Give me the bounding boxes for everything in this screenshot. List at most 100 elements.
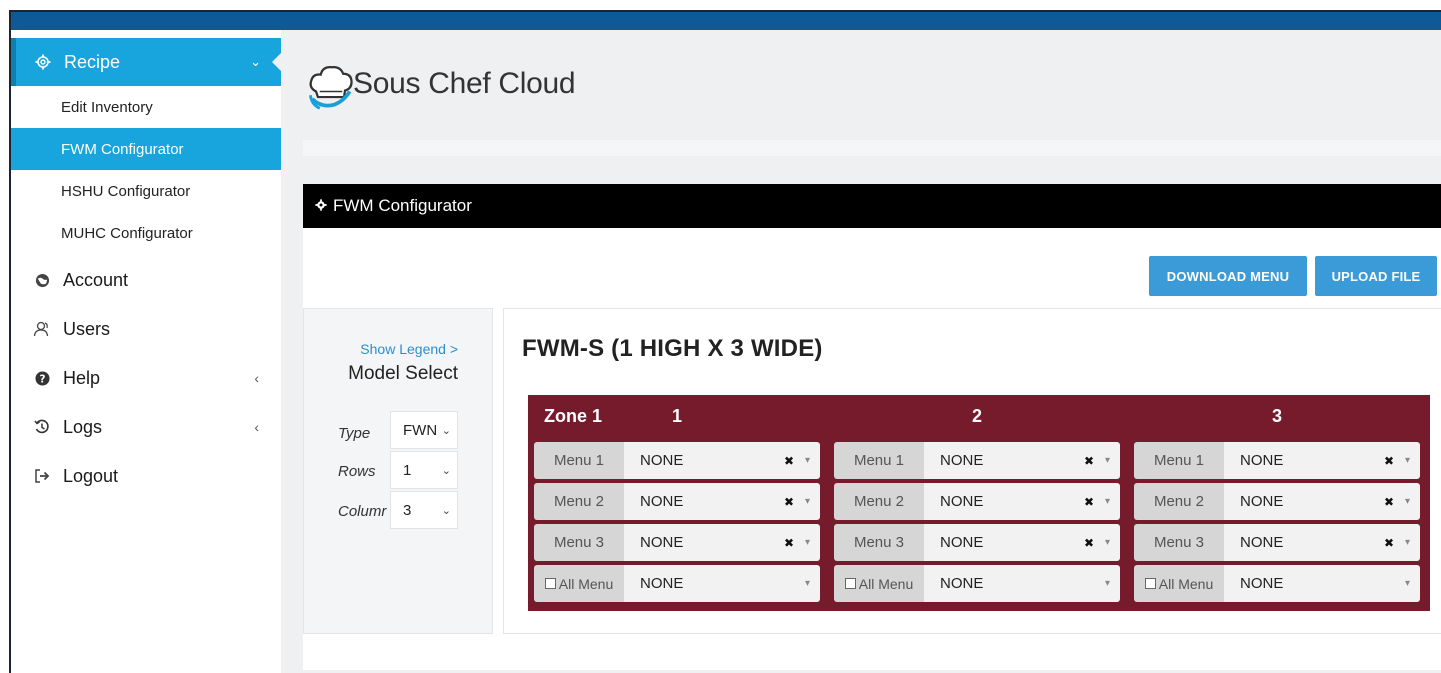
show-legend-link[interactable]: Show Legend >	[360, 341, 458, 357]
columns-select[interactable]: 3 ⌄	[390, 491, 458, 529]
chevron-down-icon: ▾	[1104, 455, 1110, 466]
zone-cell: Menu 1 NONE ✖ ▾	[534, 442, 820, 479]
zone-cell: All Menu NONE ▾	[834, 565, 1120, 602]
menu-select[interactable]: NONE ▾	[924, 565, 1120, 602]
chevron-left-icon: ‹	[254, 370, 259, 386]
row-label: Menu 2	[834, 483, 924, 520]
sidebar-item-recipe[interactable]: Recipe ⌄	[11, 38, 282, 86]
gear-icon	[32, 51, 54, 73]
history-icon	[31, 416, 53, 438]
clear-icon[interactable]: ✖	[784, 495, 794, 509]
column-header: 2	[971, 405, 982, 426]
zone-cell: Menu 3 NONE ✖ ▾	[1134, 524, 1420, 561]
clear-icon[interactable]: ✖	[1384, 495, 1394, 509]
rows-select[interactable]: 1 ⌄	[390, 451, 458, 489]
zone-cell: Menu 2 NONE ✖ ▾	[534, 483, 820, 520]
row-label: Menu 1	[834, 442, 924, 479]
clear-icon[interactable]: ✖	[784, 536, 794, 550]
panel-body: DOWNLOAD MENU UPLOAD FILE Show Legend > …	[303, 228, 1441, 670]
upload-file-button[interactable]: UPLOAD FILE	[1315, 256, 1437, 296]
chevron-down-icon: ▾	[804, 537, 810, 548]
menu-select[interactable]: NONE ▾	[624, 565, 820, 602]
row-label: Menu 1	[534, 442, 624, 479]
clear-icon[interactable]: ✖	[1084, 454, 1094, 468]
menu-select[interactable]: NONE ▾	[1224, 565, 1420, 602]
type-value: FWN	[403, 421, 438, 439]
sidebar-item-fwm-configurator[interactable]: FWM Configurator	[11, 128, 281, 170]
chevron-down-icon: ▾	[1104, 578, 1110, 589]
download-menu-button[interactable]: DOWNLOAD MENU	[1149, 256, 1307, 296]
type-label: Type	[338, 425, 371, 442]
breadcrumb-bar	[303, 140, 1441, 156]
chevron-left-icon: ‹	[254, 419, 259, 435]
panel-header: FWM Configurator	[303, 184, 1441, 228]
checkbox-icon[interactable]	[1144, 578, 1156, 589]
menu-select-value: NONE	[1240, 534, 1284, 551]
question-icon: ?	[31, 367, 53, 389]
all-menu-checkbox[interactable]: All Menu	[834, 565, 924, 602]
zone-cell: Menu 3 NONE ✖ ▾	[834, 524, 1120, 561]
chevron-down-icon: ▾	[1104, 537, 1110, 548]
zone-cell: Menu 1 NONE ✖ ▾	[1134, 442, 1420, 479]
sidebar-item-users[interactable]: Users	[11, 305, 281, 353]
row-label: All Menu	[858, 575, 914, 592]
checkbox-icon[interactable]	[544, 578, 556, 589]
chevron-down-icon: ⌄	[250, 54, 261, 69]
zone-cell: Menu 1 NONE ✖ ▾	[834, 442, 1120, 479]
sidebar-item-label: Users	[63, 318, 111, 339]
clear-icon[interactable]: ✖	[784, 454, 794, 468]
app-logo[interactable]: Sous Chef Cloud	[303, 56, 576, 112]
menu-select-value: NONE	[940, 493, 984, 510]
sidebar-item-label: Logs	[63, 416, 103, 437]
menu-select[interactable]: NONE ✖ ▾	[924, 442, 1120, 479]
clear-icon[interactable]: ✖	[1084, 495, 1094, 509]
checkbox-icon[interactable]	[844, 578, 856, 589]
row-label: Menu 2	[1134, 483, 1224, 520]
sidebar-item-edit-inventory[interactable]: Edit Inventory	[11, 86, 281, 128]
sidebar-item-account[interactable]: Account	[11, 256, 281, 304]
logout-icon	[31, 465, 53, 487]
menu-select-value: NONE	[940, 452, 984, 469]
sidebar-item-label: Help	[63, 367, 101, 388]
menu-select[interactable]: NONE ✖ ▾	[924, 524, 1120, 561]
sidebar-item-help[interactable]: ? Help ‹	[11, 354, 281, 402]
menu-select[interactable]: NONE ✖ ▾	[1224, 442, 1420, 479]
chevron-down-icon: ▾	[1104, 496, 1110, 507]
sidebar-item-label: Edit Inventory	[61, 98, 153, 116]
rows-label: Rows	[338, 463, 376, 480]
menu-select[interactable]: NONE ✖ ▾	[624, 442, 820, 479]
model-select-panel: Show Legend > Model Select Type FWN ⌄ Ro…	[303, 308, 493, 634]
chevron-down-icon: ⌄	[441, 424, 451, 437]
chevron-down-icon: ⌄	[441, 464, 451, 477]
row-label: Menu 2	[534, 483, 624, 520]
sidebar-item-label: Account	[63, 269, 129, 290]
chevron-down-icon: ▾	[1404, 455, 1410, 466]
all-menu-checkbox[interactable]: All Menu	[1134, 565, 1224, 602]
columns-label: Columr	[338, 503, 387, 520]
app-window: Recipe ⌄ Edit Inventory FWM Configurator…	[9, 10, 1441, 673]
clear-icon[interactable]: ✖	[1384, 536, 1394, 550]
users-icon	[31, 318, 53, 340]
menu-select-value: NONE	[640, 534, 684, 551]
row-label: Menu 1	[1134, 442, 1224, 479]
clear-icon[interactable]: ✖	[1084, 536, 1094, 550]
zone-cell: Menu 3 NONE ✖ ▾	[534, 524, 820, 561]
zone-cell: Menu 2 NONE ✖ ▾	[1134, 483, 1420, 520]
row-label: All Menu	[558, 575, 614, 592]
row-label: Menu 3	[1134, 524, 1224, 561]
sidebar-item-hshu-configurator[interactable]: HSHU Configurator	[11, 170, 281, 212]
clear-icon[interactable]: ✖	[1384, 454, 1394, 468]
chef-hat-icon	[309, 65, 353, 110]
menu-select[interactable]: NONE ✖ ▾	[624, 524, 820, 561]
menu-select[interactable]: NONE ✖ ▾	[1224, 524, 1420, 561]
menu-select[interactable]: NONE ✖ ▾	[1224, 483, 1420, 520]
chevron-down-icon: ▾	[1404, 496, 1410, 507]
menu-select[interactable]: NONE ✖ ▾	[924, 483, 1120, 520]
menu-select[interactable]: NONE ✖ ▾	[624, 483, 820, 520]
sidebar-item-logs[interactable]: Logs ‹	[11, 403, 281, 451]
all-menu-checkbox[interactable]: All Menu	[534, 565, 624, 602]
columns-value: 3	[403, 501, 412, 519]
type-select[interactable]: FWN ⌄	[390, 411, 458, 449]
sidebar-item-muhc-configurator[interactable]: MUHC Configurator	[11, 212, 281, 254]
sidebar-item-logout[interactable]: Logout	[11, 452, 281, 500]
